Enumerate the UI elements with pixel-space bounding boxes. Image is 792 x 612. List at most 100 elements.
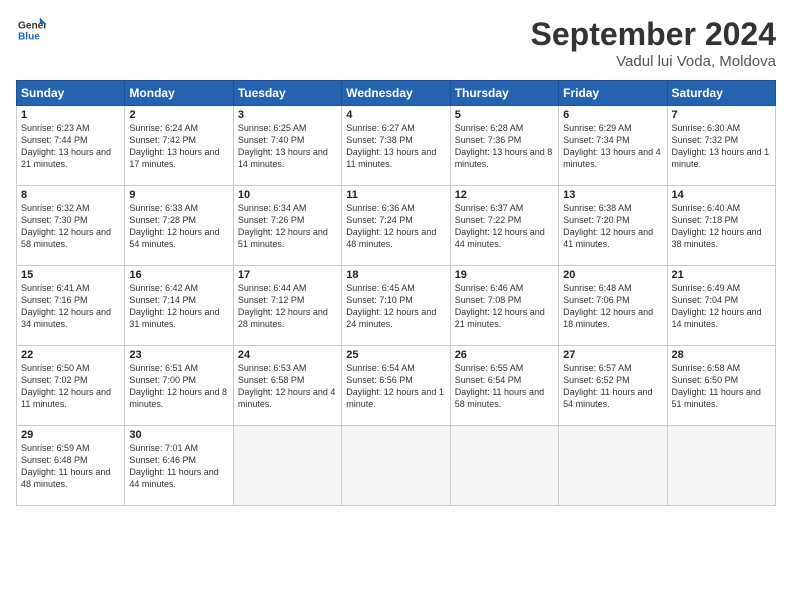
calendar-cell: 23Sunrise: 6:51 AMSunset: 7:00 PMDayligh… [125,346,233,426]
calendar-cell: 4 Sunrise: 6:27 AMSunset: 7:38 PMDaylight… [342,106,450,186]
calendar-cell: 10 Sunrise: 6:34 AMSunset: 7:26 PMDayligh… [233,186,341,266]
calendar-cell [667,426,775,506]
col-sunday: Sunday [17,81,125,106]
day-number: 6 [563,109,662,121]
day-number: 23 [129,349,228,361]
cell-info: Sunrise: 6:59 AMSunset: 6:48 PMDaylight:… [21,443,110,489]
cell-info: Sunrise: 6:54 AMSunset: 6:56 PMDaylight:… [346,363,444,409]
day-number: 28 [672,349,771,361]
calendar-week-row: 15 Sunrise: 6:41 AMSunset: 7:16 PMDayligh… [17,266,776,346]
cell-info: Sunrise: 6:50 AMSunset: 7:02 PMDaylight:… [21,363,111,409]
calendar-cell: 28 Sunrise: 6:58 AMSunset: 6:50 PMDayligh… [667,346,775,426]
cell-info: Sunrise: 6:27 AMSunset: 7:38 PMDaylight:… [346,123,436,169]
cell-info: Sunrise: 6:38 AMSunset: 7:20 PMDaylight:… [563,203,653,249]
day-number: 13 [563,189,662,201]
calendar-cell: 17Sunrise: 6:44 AMSunset: 7:12 PMDayligh… [233,266,341,346]
day-number: 16 [129,269,228,281]
calendar-week-row: 1 Sunrise: 6:23 AMSunset: 7:44 PMDaylight… [17,106,776,186]
cell-info: Sunrise: 6:36 AMSunset: 7:24 PMDaylight:… [346,203,436,249]
col-tuesday: Tuesday [233,81,341,106]
col-friday: Friday [559,81,667,106]
day-number: 19 [455,269,554,281]
cell-info: Sunrise: 6:45 AMSunset: 7:10 PMDaylight:… [346,283,436,329]
col-wednesday: Wednesday [342,81,450,106]
calendar-cell: 22 Sunrise: 6:50 AMSunset: 7:02 PMDayligh… [17,346,125,426]
day-number: 20 [563,269,662,281]
calendar-cell: 19 Sunrise: 6:46 AMSunset: 7:08 PMDayligh… [450,266,558,346]
title-block: September 2024 Vadul lui Voda, Moldova [531,16,776,70]
calendar-cell: 20 Sunrise: 6:48 AMSunset: 7:06 PMDayligh… [559,266,667,346]
day-number: 3 [238,109,337,121]
month-title: September 2024 [531,16,776,53]
cell-info: Sunrise: 6:53 AMSunset: 6:58 PMDaylight:… [238,363,336,409]
calendar-cell: 15 Sunrise: 6:41 AMSunset: 7:16 PMDayligh… [17,266,125,346]
calendar-cell: 27 Sunrise: 6:57 AMSunset: 6:52 PMDayligh… [559,346,667,426]
calendar-cell [559,426,667,506]
col-thursday: Thursday [450,81,558,106]
day-number: 1 [21,109,120,121]
day-number: 25 [346,349,445,361]
day-number: 12 [455,189,554,201]
cell-info: Sunrise: 6:48 AMSunset: 7:06 PMDaylight:… [563,283,653,329]
calendar-cell: 1 Sunrise: 6:23 AMSunset: 7:44 PMDaylight… [17,106,125,186]
calendar-cell: 9 Sunrise: 6:33 AMSunset: 7:28 PMDaylight… [125,186,233,266]
cell-info: Sunrise: 6:57 AMSunset: 6:52 PMDaylight:… [563,363,652,409]
cell-info: Sunrise: 6:29 AMSunset: 7:34 PMDaylight:… [563,123,661,169]
calendar-cell: 24 Sunrise: 6:53 AMSunset: 6:58 PMDayligh… [233,346,341,426]
day-number: 4 [346,109,445,121]
cell-info: Sunrise: 6:24 AMSunset: 7:42 PMDaylight:… [129,123,219,169]
calendar-cell: 18Sunrise: 6:45 AMSunset: 7:10 PMDayligh… [342,266,450,346]
calendar-week-row: 8 Sunrise: 6:32 AMSunset: 7:30 PMDaylight… [17,186,776,266]
cell-info: Sunrise: 6:34 AMSunset: 7:26 PMDaylight:… [238,203,328,249]
cell-info: Sunrise: 6:23 AMSunset: 7:44 PMDaylight:… [21,123,111,169]
logo: General Blue [16,16,46,49]
calendar-header-row: Sunday Monday Tuesday Wednesday Thursday… [17,81,776,106]
day-number: 9 [129,189,228,201]
calendar-week-row: 22 Sunrise: 6:50 AMSunset: 7:02 PMDayligh… [17,346,776,426]
calendar-cell: 16 Sunrise: 6:42 AMSunset: 7:14 PMDayligh… [125,266,233,346]
calendar-cell: 21Sunrise: 6:49 AMSunset: 7:04 PMDayligh… [667,266,775,346]
calendar-table: Sunday Monday Tuesday Wednesday Thursday… [16,80,776,506]
day-number: 27 [563,349,662,361]
cell-info: Sunrise: 6:40 AMSunset: 7:18 PMDaylight:… [672,203,762,249]
day-number: 10 [238,189,337,201]
svg-text:Blue: Blue [18,31,40,42]
cell-info: Sunrise: 6:42 AMSunset: 7:14 PMDaylight:… [129,283,219,329]
calendar-cell: 11 Sunrise: 6:36 AMSunset: 7:24 PMDayligh… [342,186,450,266]
calendar-cell: 25 Sunrise: 6:54 AMSunset: 6:56 PMDayligh… [342,346,450,426]
calendar-cell [450,426,558,506]
day-number: 7 [672,109,771,121]
location: Vadul lui Voda, Moldova [531,53,776,70]
cell-info: Sunrise: 6:41 AMSunset: 7:16 PMDaylight:… [21,283,111,329]
calendar-body: 1 Sunrise: 6:23 AMSunset: 7:44 PMDaylight… [17,106,776,506]
day-number: 24 [238,349,337,361]
calendar-cell: 3 Sunrise: 6:25 AMSunset: 7:40 PMDaylight… [233,106,341,186]
day-number: 26 [455,349,554,361]
cell-info: Sunrise: 6:32 AMSunset: 7:30 PMDaylight:… [21,203,111,249]
cell-info: Sunrise: 6:46 AMSunset: 7:08 PMDaylight:… [455,283,545,329]
day-number: 11 [346,189,445,201]
calendar-cell: 30Sunrise: 7:01 AMSunset: 6:46 PMDayligh… [125,426,233,506]
calendar-cell: 29Sunrise: 6:59 AMSunset: 6:48 PMDayligh… [17,426,125,506]
cell-info: Sunrise: 6:49 AMSunset: 7:04 PMDaylight:… [672,283,762,329]
calendar-cell: 26Sunrise: 6:55 AMSunset: 6:54 PMDayligh… [450,346,558,426]
calendar-cell [233,426,341,506]
cell-info: Sunrise: 6:25 AMSunset: 7:40 PMDaylight:… [238,123,328,169]
col-saturday: Saturday [667,81,775,106]
cell-info: Sunrise: 6:44 AMSunset: 7:12 PMDaylight:… [238,283,328,329]
calendar-week-row: 29Sunrise: 6:59 AMSunset: 6:48 PMDayligh… [17,426,776,506]
day-number: 8 [21,189,120,201]
cell-info: Sunrise: 6:33 AMSunset: 7:28 PMDaylight:… [129,203,219,249]
day-number: 22 [21,349,120,361]
day-number: 15 [21,269,120,281]
calendar-cell: 14 Sunrise: 6:40 AMSunset: 7:18 PMDayligh… [667,186,775,266]
day-number: 2 [129,109,228,121]
cell-info: Sunrise: 6:28 AMSunset: 7:36 PMDaylight:… [455,123,553,169]
day-number: 14 [672,189,771,201]
page-header: General Blue September 2024 Vadul lui Vo… [16,16,776,70]
calendar-cell: 12Sunrise: 6:37 AMSunset: 7:22 PMDayligh… [450,186,558,266]
calendar-cell: 2 Sunrise: 6:24 AMSunset: 7:42 PMDaylight… [125,106,233,186]
cell-info: Sunrise: 6:58 AMSunset: 6:50 PMDaylight:… [672,363,761,409]
calendar-cell [342,426,450,506]
cell-info: Sunrise: 6:30 AMSunset: 7:32 PMDaylight:… [672,123,770,169]
